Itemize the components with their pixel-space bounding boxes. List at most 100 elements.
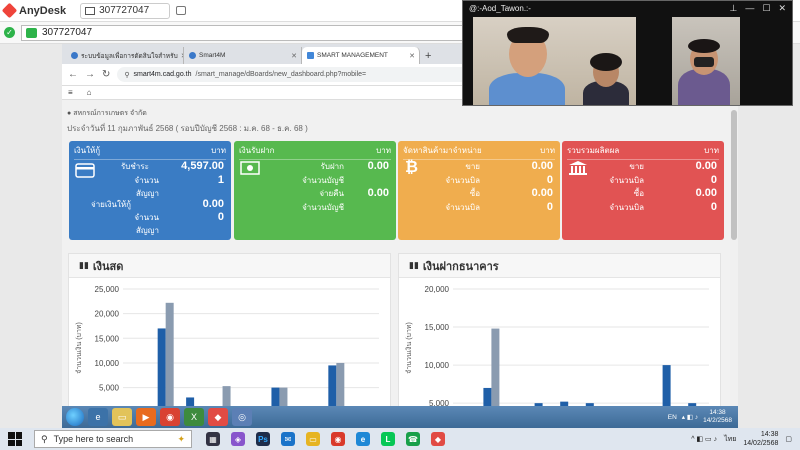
chat-icon[interactable]: [176, 6, 187, 15]
browser-tab[interactable]: ระบบข้อมูลเพื่อการตัดสินใจสำหรับ ✕: [66, 47, 184, 64]
edge-icon[interactable]: e: [356, 432, 370, 446]
bar[interactable]: [157, 328, 166, 413]
y-axis-label: จำนวนเงิน (บาท): [405, 322, 413, 374]
file-explorer-icon[interactable]: ▭: [306, 432, 320, 446]
video-call-window[interactable]: @:-Aod_Tawon.:- ⊥ — ☐ ✕: [462, 0, 793, 106]
browser-tab[interactable]: Smart4M ✕: [184, 47, 302, 64]
page-icon: [307, 52, 314, 59]
y-tick-label: 5,000: [99, 384, 120, 393]
card-title: เงินรับฝาก: [239, 146, 275, 155]
close-icon[interactable]: ✕: [778, 3, 786, 14]
chrome-icon[interactable]: ◉: [331, 432, 345, 446]
bank-chart-panel: ▮▮ เงินฝากธนาคาร จำนวนเงิน (บาท) 20,000 15,…: [398, 253, 721, 428]
excel-icon[interactable]: X: [184, 408, 204, 426]
card-row-label: จำนวนบัญชี: [302, 203, 344, 212]
card-row-label: จำนวน สัญญา: [134, 176, 159, 198]
tray-icons[interactable]: ^ ◧ ▭ ♪: [691, 435, 717, 443]
users-icon: ●: [67, 110, 72, 117]
ie-icon[interactable]: e: [88, 408, 108, 426]
line-icon[interactable]: L: [381, 432, 395, 446]
url-path: /smart_manage/dBoards/new_dashboard.php?…: [195, 71, 367, 78]
remote-language[interactable]: EN: [668, 414, 677, 421]
close-icon[interactable]: ✕: [409, 52, 415, 60]
host-language[interactable]: ไทย: [724, 434, 736, 445]
bitcoin-icon: ₿: [405, 159, 419, 176]
line-call-icon[interactable]: ☎: [406, 432, 420, 446]
anydesk-session-tab[interactable]: 307727047: [80, 2, 171, 19]
remote-start-icon[interactable]: [66, 408, 84, 426]
new-tab-icon[interactable]: +: [425, 50, 431, 62]
anydesk-taskbar-icon[interactable]: ◆: [431, 432, 445, 446]
bar[interactable]: [165, 302, 174, 413]
credit-card-icon: [75, 163, 95, 178]
remote-tray-icons[interactable]: ▴ ◧ ♪: [682, 413, 698, 421]
card-row-label: ขาย: [629, 162, 644, 171]
caller-video-feed: [473, 17, 636, 105]
chrome-icon[interactable]: ◉: [160, 408, 180, 426]
bar[interactable]: [336, 362, 345, 413]
card-row-value: 1: [217, 174, 224, 186]
forward-icon[interactable]: →: [85, 69, 95, 80]
task-view-icon[interactable]: ▦: [206, 432, 220, 446]
reload-icon[interactable]: ↻: [102, 69, 110, 80]
browser-tab-active[interactable]: SMART MANAGEMENT ✕: [302, 47, 420, 64]
maximize-icon[interactable]: ☐: [762, 3, 770, 14]
cash-chart-panel: ▮▮ เงินสด จำนวนเงิน (บาท) 25,000 20,000 15,0…: [68, 253, 391, 428]
remote-clock[interactable]: 14:38 14/2/2568: [703, 409, 732, 425]
home-icon[interactable]: ⌂: [87, 88, 92, 97]
card-row-label: ซื้อ: [633, 189, 644, 198]
self-video-feed: [672, 17, 740, 105]
close-icon[interactable]: ✕: [291, 52, 297, 60]
page-scrollbar[interactable]: [730, 100, 738, 428]
face-mask: [694, 57, 714, 67]
anydesk-address-input[interactable]: 307727047: [21, 24, 471, 41]
bar-chart-icon: ▮▮: [409, 260, 419, 270]
chart-title: เงินสด: [92, 260, 124, 273]
photoshop-icon[interactable]: Ps: [256, 432, 270, 446]
card-row-label: รับฝาก: [320, 162, 344, 171]
remote-date: 14/2/2568: [703, 417, 732, 424]
taskbar-search-box[interactable]: ⚲ Type here to search ✦: [34, 430, 192, 448]
card-row-value: 0: [546, 201, 553, 213]
desk-status-icon: [26, 27, 37, 38]
y-tick-label: 20,000: [95, 310, 120, 319]
card-row-label: จ่ายคืน: [319, 189, 344, 198]
notification-icon[interactable]: ▢: [785, 435, 792, 443]
host-date: 14/02/2568: [743, 440, 779, 447]
connected-check-icon: ✓: [4, 27, 15, 38]
address-value: 307727047: [42, 27, 93, 38]
copilot-icon[interactable]: ◈: [231, 432, 245, 446]
media-player-icon[interactable]: ▶: [136, 408, 156, 426]
bank-icon: [569, 161, 587, 175]
card-deposits: เงินรับฝาก บาท รับฝาก 0.00 จำนวนบัญชี จ่าย…: [234, 141, 396, 240]
session-tab-label: 307727047: [99, 5, 150, 16]
card-row-label: รับชำระ: [121, 162, 149, 171]
tab-label: SMART MANAGEMENT: [317, 52, 388, 59]
y-tick-label: 25,000: [95, 285, 120, 294]
globe-icon: [71, 52, 78, 59]
pin-icon[interactable]: ⊥: [730, 3, 738, 14]
mail-icon[interactable]: ✉: [281, 432, 295, 446]
anydesk-taskbar-icon[interactable]: ◆: [208, 408, 228, 426]
breadcrumb: ● สหกรณ์การเกษตร จำกัด: [67, 108, 147, 119]
y-tick-label: 15,000: [425, 323, 450, 332]
site-info-icon: ⚲: [124, 71, 130, 79]
y-axis-label: จำนวนเงิน (บาท): [75, 322, 83, 374]
back-icon[interactable]: ←: [68, 69, 78, 80]
card-row-value: 0.00: [202, 198, 224, 210]
anydesk-app-name: AnyDesk: [19, 4, 67, 17]
windows-start-icon[interactable]: [8, 432, 22, 446]
minimize-icon[interactable]: —: [745, 3, 754, 14]
menu-icon[interactable]: ≡: [68, 88, 73, 97]
host-clock[interactable]: 14:38 14/02/2568: [743, 430, 778, 448]
host-time: 14:38: [760, 431, 779, 438]
globe-icon: [189, 52, 196, 59]
card-row-value: 0: [710, 174, 717, 186]
scrollbar-thumb[interactable]: [731, 110, 737, 240]
breadcrumb-text: สหกรณ์การเกษตร จำกัด: [73, 110, 147, 117]
card-row-value: 0.00: [695, 187, 717, 199]
remote-time: 14:38: [709, 409, 726, 416]
network-icon[interactable]: ◎: [232, 408, 252, 426]
folder-icon[interactable]: ▭: [112, 408, 132, 426]
y-tick-label: 20,000: [425, 285, 450, 294]
